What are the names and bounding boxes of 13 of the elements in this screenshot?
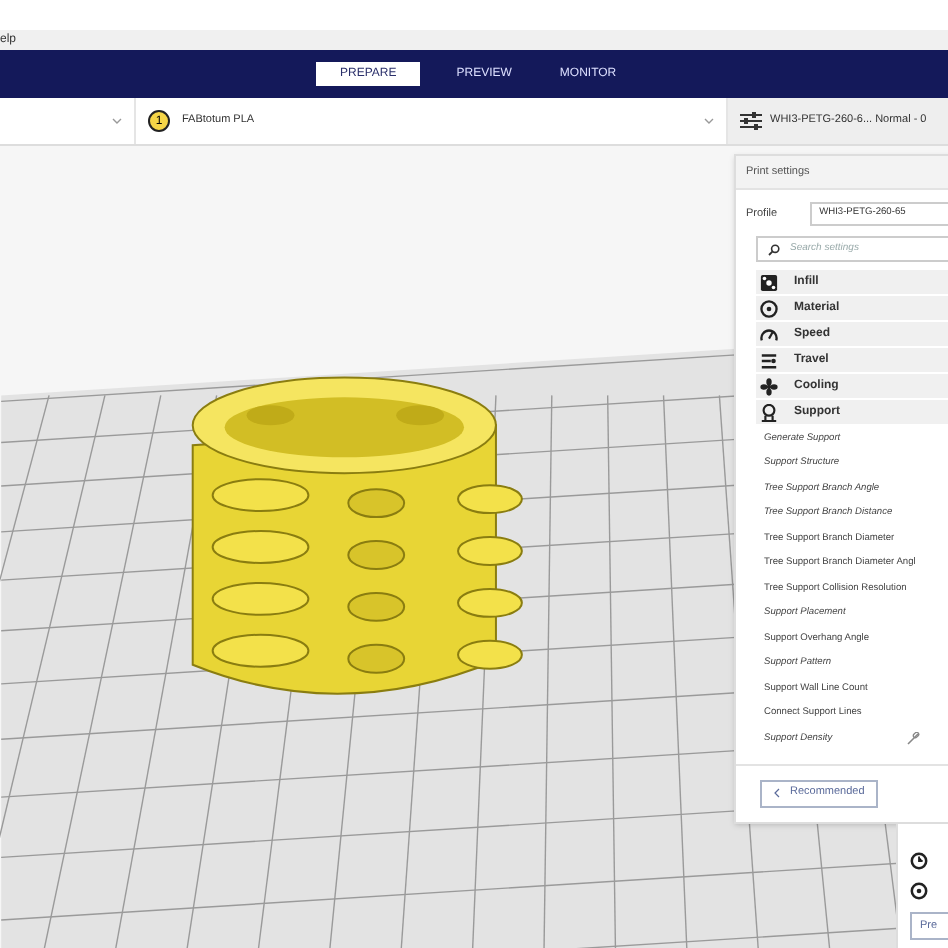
fan-icon xyxy=(760,377,778,395)
search-icon xyxy=(768,243,780,255)
caret-icon xyxy=(704,118,714,124)
gauge-icon xyxy=(760,325,778,343)
travel-icon xyxy=(760,351,778,369)
spool-icon xyxy=(760,299,778,317)
sliders-icon xyxy=(740,112,762,130)
support-icon xyxy=(760,403,778,421)
clock-icon xyxy=(910,852,928,870)
chevron-icon xyxy=(774,788,780,798)
spool-icon xyxy=(910,882,928,900)
caret-icon[interactable] xyxy=(112,118,122,124)
grid-square-icon xyxy=(760,273,778,291)
